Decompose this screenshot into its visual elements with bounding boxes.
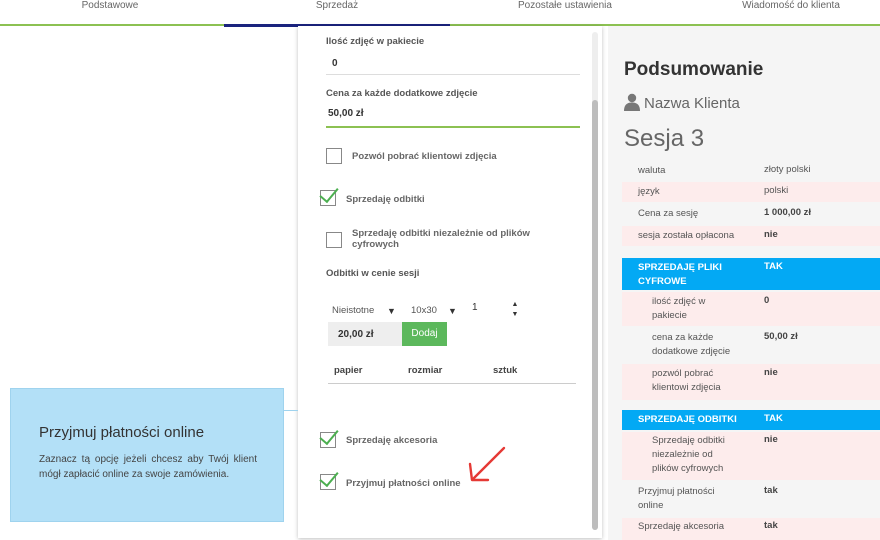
- summary-key: SPRZEDAJĘ PLIKI CYFROWE: [638, 262, 722, 287]
- summary-value: 1 000,00 zł: [764, 207, 812, 218]
- table-divider: [328, 383, 576, 384]
- summary-key: waluta: [638, 165, 666, 176]
- sell-accessories-checkbox[interactable]: [320, 432, 336, 448]
- summary-value: tak: [764, 261, 783, 272]
- table-header-paper: papier: [334, 365, 363, 376]
- summary-row-digital-files: SPRZEDAJĘ PLIKI CYFROWE tak: [622, 258, 880, 290]
- summary-key: Przyjmuj płatności online: [638, 486, 715, 511]
- extra-photo-price-underline: [326, 126, 580, 128]
- tab-pozostale-ustawienia[interactable]: Pozostałe ustawienia: [490, 0, 640, 24]
- summary-key: Sprzedaję akcesoria: [638, 521, 725, 532]
- size-select[interactable]: 10x30: [411, 305, 437, 316]
- size-select-chevron-down-icon[interactable]: ▼: [448, 306, 457, 316]
- sales-settings-panel: [298, 26, 602, 538]
- tab-podstawowe[interactable]: Podstawowe: [40, 0, 180, 24]
- table-header-quantity: sztuk: [493, 365, 518, 376]
- summary-key: SPRZEDAJĘ ODBITKI: [638, 414, 737, 425]
- table-header-size: rozmiar: [408, 365, 443, 376]
- photos-in-package-input[interactable]: 0: [332, 58, 338, 69]
- extra-photo-price-input[interactable]: 50,00 zł: [328, 108, 364, 119]
- summary-row-session-price: Cena za sesję 1 000,00 zł: [622, 204, 880, 224]
- summary-row-session-paid: sesja została opłacona nie: [622, 226, 880, 246]
- summary-value: nie: [764, 367, 778, 378]
- photos-in-package-label: Ilość zdjęć w pakiecie: [326, 36, 425, 47]
- summary-row-currency: waluta złoty polski: [622, 162, 880, 180]
- sell-accessories-label: Sprzedaję akcesoria: [346, 435, 438, 446]
- summary-row-prints: SPRZEDAJĘ ODBITKI tak: [622, 410, 880, 430]
- client-name: Nazwa Klienta: [644, 95, 740, 112]
- summary-row-language: język polski: [622, 182, 880, 202]
- summary-value: 50,00 zł: [764, 331, 798, 342]
- allow-download-checkbox[interactable]: [326, 148, 342, 164]
- summary-key: język: [638, 186, 660, 197]
- extra-photo-price-label: Cena za każde dodatkowe zdjęcie: [326, 88, 478, 99]
- summary-row-photos-in-package: ilość zdjęć w pakiecie 0: [622, 292, 880, 326]
- sell-prints-independent-checkbox[interactable]: [326, 232, 342, 248]
- sell-prints-independent-label: Sprzedaję odbitki niezależnie od plików …: [352, 228, 530, 250]
- summary-row-accessories: Sprzedaję akcesoria tak: [622, 518, 880, 540]
- summary-row-online-payments: Przyjmuj płatności online tak: [622, 482, 880, 516]
- sell-prints-checkbox[interactable]: [320, 190, 336, 206]
- summary-key: ilość zdjęć w pakiecie: [652, 296, 706, 321]
- quantity-stepper-icon[interactable]: ▲ ▼: [509, 300, 521, 320]
- summary-row-allow-download: pozwól pobrać klientowi zdjęcia nie: [622, 364, 880, 400]
- paper-select[interactable]: Nieistotne: [332, 305, 374, 316]
- summary-key: Sprzedaję odbitki niezależnie od plików …: [652, 435, 725, 474]
- sell-prints-label: Sprzedaję odbitki: [346, 194, 425, 205]
- scrollbar-thumb[interactable]: [592, 100, 598, 530]
- summary-panel: Podsumowanie Nazwa Klienta Sesja 3 walut…: [608, 26, 880, 540]
- photos-in-package-underline: [326, 74, 580, 75]
- summary-key: cena za każde dodatkowe zdjęcie: [652, 332, 731, 357]
- summary-key: sesja została opłacona: [638, 230, 735, 241]
- summary-value: tak: [764, 413, 783, 424]
- tooltip-connector: [284, 410, 298, 411]
- summary-value: polski: [764, 185, 789, 196]
- quantity-input[interactable]: 1: [472, 302, 478, 313]
- tooltip-title: Przyjmuj płatności online: [39, 424, 205, 441]
- accept-online-payments-label: Przyjmuj płatności online: [346, 478, 461, 489]
- allow-download-label: Pozwól pobrać klientowi zdjęcia: [352, 151, 497, 162]
- session-name: Sesja 3: [624, 125, 705, 152]
- summary-row-prints-independent: Sprzedaję odbitki niezależnie od plików …: [622, 432, 880, 480]
- tooltip-text: Zaznacz tą opcję jeżeli chcesz aby Twój …: [39, 454, 257, 480]
- summary-value: tak: [764, 520, 778, 531]
- help-tooltip: Przyjmuj płatności online Zaznacz tą opc…: [10, 388, 284, 522]
- price-field[interactable]: 20,00 zł: [328, 322, 402, 346]
- tab-wiadomosc-do-klienta[interactable]: Wiadomość do klienta: [716, 0, 866, 24]
- summary-value: nie: [764, 434, 778, 445]
- summary-value: nie: [764, 229, 778, 240]
- user-icon: [624, 93, 640, 111]
- summary-title: Podsumowanie: [624, 59, 764, 80]
- summary-key: Cena za sesję: [638, 208, 699, 219]
- prints-in-session-label: Odbitki w cenie sesji: [326, 268, 420, 279]
- accept-online-payments-checkbox[interactable]: [320, 474, 336, 490]
- paper-select-chevron-down-icon[interactable]: ▼: [387, 306, 396, 316]
- add-print-button[interactable]: Dodaj: [402, 322, 447, 346]
- summary-value: złoty polski: [764, 164, 811, 175]
- red-arrow-icon: [468, 446, 506, 482]
- summary-key: pozwól pobrać klientowi zdjęcia: [652, 368, 721, 393]
- tab-sprzedaz[interactable]: Sprzedaż: [224, 0, 450, 27]
- tab-bar: Podstawowe Sprzedaż Pozostałe ustawienia…: [0, 0, 880, 27]
- summary-row-extra-photo-price: cena za każde dodatkowe zdjęcie 50,00 zł: [622, 328, 880, 362]
- summary-value: 0: [764, 295, 770, 306]
- summary-value: tak: [764, 485, 778, 496]
